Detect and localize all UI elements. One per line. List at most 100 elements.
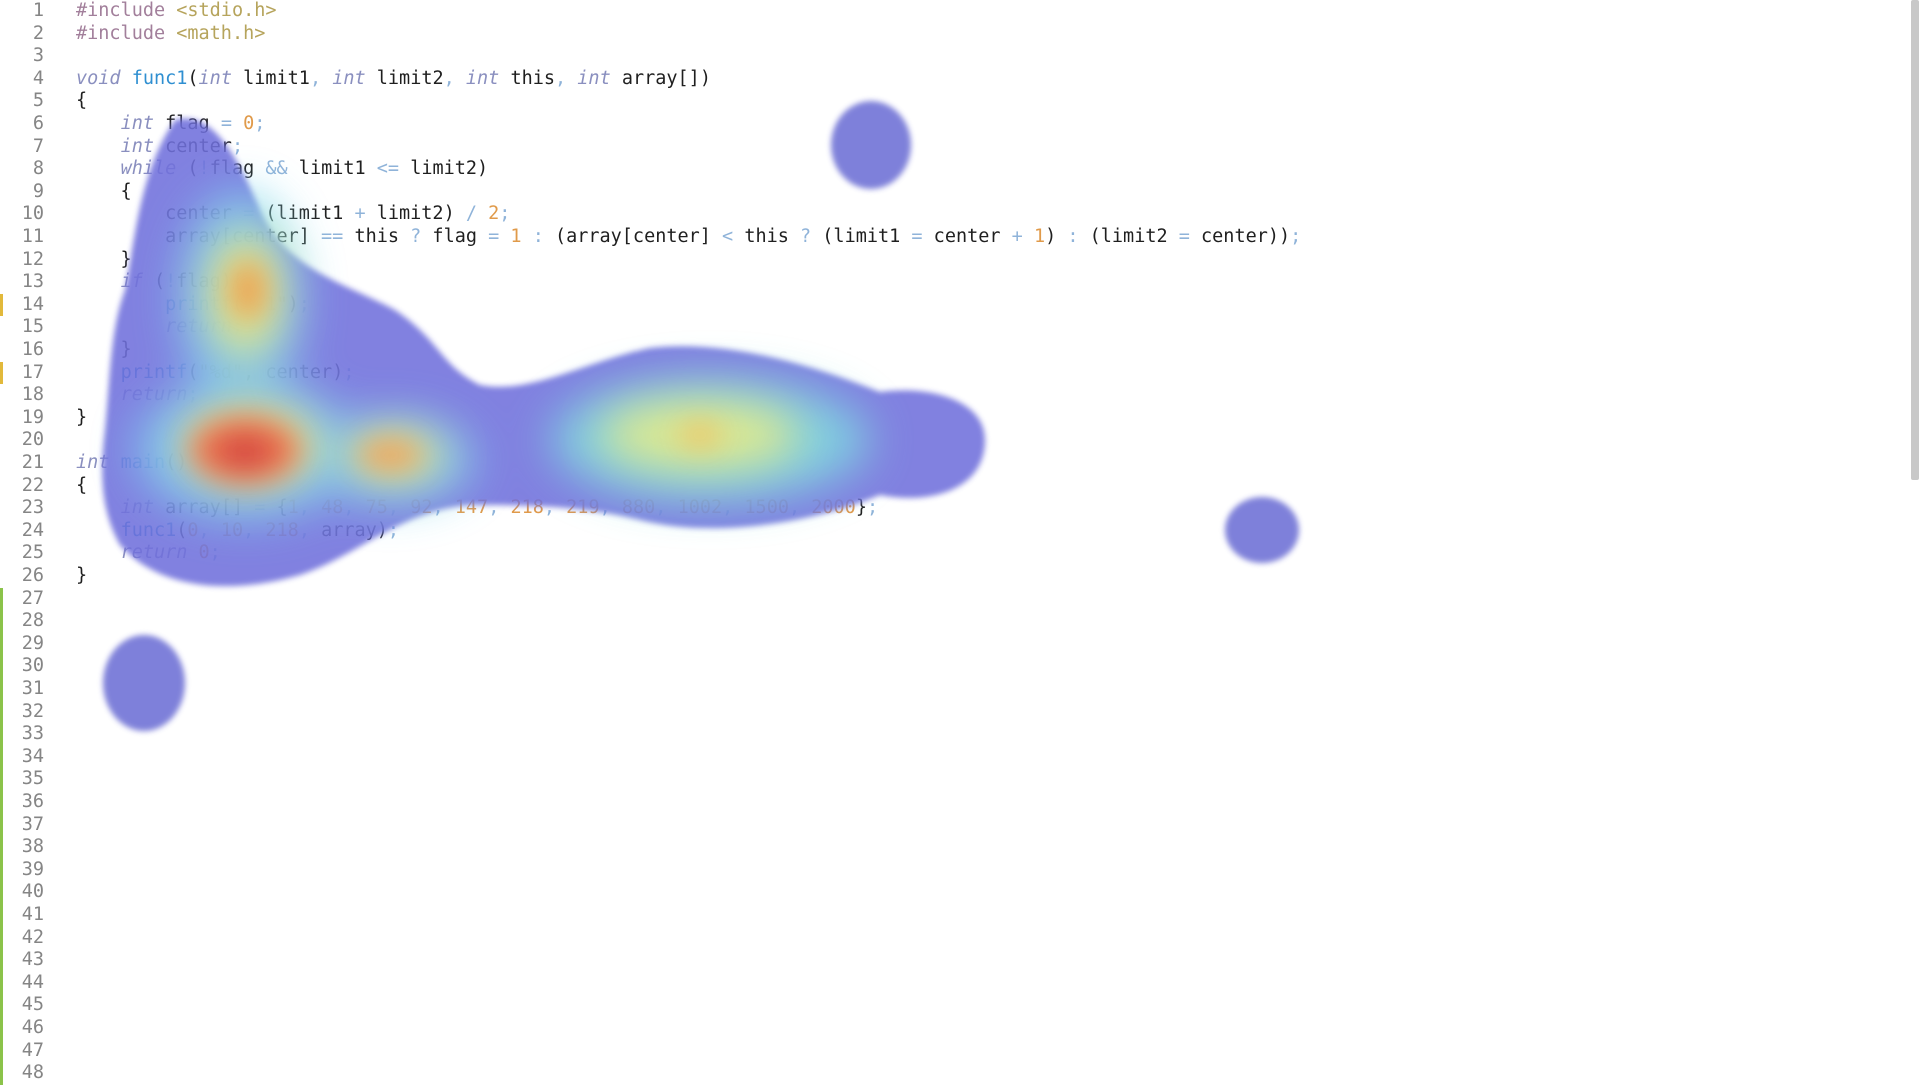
code-line[interactable]: 41 bbox=[0, 904, 1890, 927]
line-code[interactable]: if (!flag){ bbox=[76, 271, 244, 294]
code-line[interactable]: 37 bbox=[0, 814, 1890, 837]
code-token: ? bbox=[410, 226, 422, 247]
code-line[interactable]: 13 if (!flag){ bbox=[0, 271, 1890, 294]
line-code[interactable]: int array[] = {1, 48, 75, 92, 147, 218, … bbox=[76, 497, 879, 520]
code-line[interactable]: 9 { bbox=[0, 181, 1890, 204]
line-code[interactable]: } bbox=[76, 407, 87, 430]
line-code[interactable]: return; bbox=[76, 384, 199, 407]
code-line[interactable]: 45 bbox=[0, 994, 1890, 1017]
code-line[interactable]: 12 } bbox=[0, 249, 1890, 272]
line-code[interactable]: int center; bbox=[76, 135, 244, 159]
code-line[interactable]: 40 bbox=[0, 881, 1890, 904]
line-code[interactable]: int flag = 0; bbox=[76, 113, 266, 136]
code-token: , bbox=[722, 497, 745, 519]
code-token: center bbox=[153, 135, 232, 157]
code-line[interactable]: 20 bbox=[0, 429, 1890, 452]
code-line[interactable]: 27 bbox=[0, 588, 1890, 611]
code-line[interactable]: 5{ bbox=[0, 90, 1890, 113]
code-token: } bbox=[76, 565, 88, 586]
code-line[interactable]: 8 while (!flag && limit1 <= limit2) bbox=[0, 158, 1890, 181]
code-line[interactable]: 38 bbox=[0, 836, 1890, 859]
code-line[interactable]: 39 bbox=[0, 859, 1890, 882]
code-line[interactable]: 24 func1(0, 10, 218, array); bbox=[0, 520, 1890, 543]
code-line[interactable]: 1 #include <stdio.h> bbox=[0, 0, 1890, 23]
line-code[interactable]: } bbox=[76, 249, 132, 272]
code-line[interactable]: 29 bbox=[0, 633, 1890, 656]
code-line[interactable]: 2 #include <math.h> bbox=[0, 23, 1890, 46]
line-code[interactable]: center = (limit1 + limit2) / 2; bbox=[76, 203, 510, 226]
code-token: int bbox=[120, 135, 154, 157]
line-code[interactable]: return; bbox=[76, 316, 243, 339]
line-code[interactable]: { bbox=[76, 181, 132, 204]
line-code[interactable]: void func1(int limit1, int limit2, int t… bbox=[76, 68, 711, 91]
line-number: 27 bbox=[21, 587, 44, 609]
code-line[interactable]: 33 bbox=[0, 723, 1890, 746]
code-token: ; bbox=[231, 316, 244, 338]
line-code[interactable]: return 0; bbox=[76, 542, 221, 565]
code-token: ) bbox=[1045, 226, 1068, 247]
code-line[interactable]: 47 bbox=[0, 1040, 1890, 1063]
code-line[interactable]: 34 bbox=[0, 746, 1890, 769]
code-line[interactable]: 36 bbox=[0, 791, 1890, 814]
code-token: && bbox=[265, 158, 288, 180]
code-editor[interactable]: 1 #include <stdio.h> 2 #include <math.h> 3 4 v… bbox=[0, 0, 1920, 1085]
code-line[interactable]: 46 bbox=[0, 1017, 1890, 1040]
code-token: < bbox=[722, 226, 734, 247]
code-line[interactable]: 42 bbox=[0, 927, 1890, 950]
code-token: ( bbox=[187, 361, 199, 383]
code-line[interactable]: 6 int flag = 0; bbox=[0, 113, 1890, 136]
vertical-scrollbar[interactable] bbox=[1910, 0, 1920, 1080]
code-token: ; bbox=[209, 542, 221, 564]
line-code[interactable]: printf("-1"); bbox=[76, 294, 310, 317]
code-line[interactable]: 4 void func1(int limit1, int limit2, int … bbox=[0, 68, 1890, 91]
code-token: = bbox=[488, 226, 500, 247]
line-code[interactable]: int main() bbox=[76, 452, 187, 475]
code-line[interactable]: 15 return; bbox=[0, 316, 1890, 339]
scrollbar-thumb[interactable] bbox=[1911, 0, 1919, 480]
line-code[interactable]: } bbox=[76, 565, 87, 588]
code-line[interactable]: 31 bbox=[0, 678, 1890, 701]
code-token: ! bbox=[165, 271, 177, 293]
code-line[interactable]: 19} bbox=[0, 407, 1890, 430]
code-line[interactable]: 18 return; bbox=[0, 384, 1890, 407]
code-line[interactable]: 23 int array[] = {1, 48, 75, 92, 147, 21… bbox=[0, 497, 1890, 520]
code-line[interactable]: 25 return 0; bbox=[0, 542, 1890, 565]
line-number: 21 bbox=[21, 452, 44, 473]
code-line[interactable]: 21 int main() bbox=[0, 452, 1890, 475]
line-number: 12 bbox=[21, 248, 44, 270]
code-line[interactable]: 7 int center; bbox=[0, 136, 1890, 159]
line-code[interactable]: while (!flag && limit1 <= limit2) bbox=[76, 158, 489, 181]
code-line[interactable]: 28 bbox=[0, 610, 1890, 633]
code-line[interactable]: 35 bbox=[0, 768, 1890, 791]
line-code[interactable]: } bbox=[76, 339, 132, 362]
line-code[interactable]: #include <math.h> bbox=[76, 23, 265, 46]
code-line[interactable]: 30 bbox=[0, 655, 1890, 678]
line-code[interactable]: array[center] == this ? flag = 1 : (arra… bbox=[76, 226, 1301, 249]
code-token: array[]) bbox=[610, 67, 711, 89]
code-line[interactable]: 3 bbox=[0, 45, 1890, 68]
code-line[interactable]: 43 bbox=[0, 949, 1890, 972]
code-line[interactable]: 17 printf("%d", center); bbox=[0, 362, 1890, 385]
code-line[interactable]: 11 array[center] == this ? flag = 1 : (a… bbox=[0, 226, 1890, 249]
line-code[interactable]: printf("%d", center); bbox=[76, 361, 355, 385]
code-line[interactable]: 48 bbox=[0, 1062, 1890, 1085]
code-token: array[] bbox=[153, 497, 255, 519]
code-line[interactable]: 10 center = (limit1 + limit2) / 2; bbox=[0, 203, 1890, 226]
code-line[interactable]: 44 bbox=[0, 972, 1890, 995]
code-token: center bbox=[922, 226, 1012, 247]
code-line[interactable]: 16 } bbox=[0, 339, 1890, 362]
code-token: int bbox=[120, 497, 154, 519]
line-number: 3 bbox=[32, 45, 44, 67]
line-code[interactable]: { bbox=[76, 90, 87, 113]
code-line[interactable]: 32 bbox=[0, 701, 1890, 724]
line-code[interactable]: func1(0, 10, 218, array); bbox=[76, 520, 400, 543]
line-code[interactable]: { bbox=[76, 475, 87, 498]
code-line[interactable]: 26} bbox=[0, 565, 1890, 588]
code-token: , bbox=[555, 67, 578, 89]
line-code[interactable]: #include <stdio.h> bbox=[76, 0, 277, 23]
line-number: 26 bbox=[21, 565, 44, 586]
code-line[interactable]: 22 { bbox=[0, 475, 1890, 498]
code-line[interactable]: 14 printf("-1"); bbox=[0, 294, 1890, 317]
